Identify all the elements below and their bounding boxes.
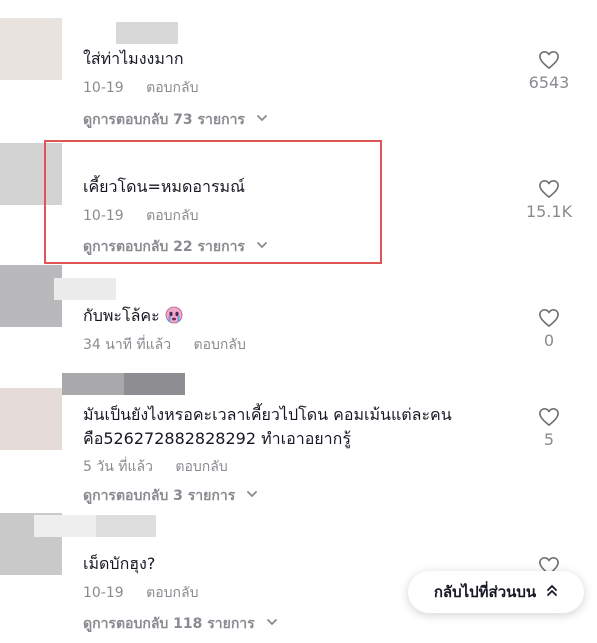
- double-chevron-up-icon: [546, 583, 558, 601]
- comment-text: กับพะโล้คะ: [83, 304, 183, 331]
- like-count: 6543: [528, 73, 570, 92]
- view-replies-button[interactable]: ดูการตอบกลับ 3 รายการ: [83, 486, 258, 506]
- comment-date: 10-19: [83, 80, 124, 96]
- comment-text: เม็ดบักฮุง?: [83, 554, 156, 573]
- author-name[interactable]: [34, 515, 96, 537]
- comment-meta: 10-19 ตอบกลับ: [83, 78, 198, 98]
- author-name-extra: [96, 515, 156, 537]
- avatar[interactable]: [0, 265, 62, 327]
- avatar[interactable]: [0, 388, 62, 450]
- highlight-box: [44, 140, 382, 264]
- like-button[interactable]: 6543: [519, 50, 579, 94]
- back-to-top-button[interactable]: กลับไปที่ส่วนบน: [408, 571, 584, 613]
- reply-button[interactable]: ตอบกลับ: [146, 585, 198, 601]
- comment-date: 10-19: [83, 585, 124, 601]
- comment-date: 5 วัน ที่แล้ว: [83, 459, 153, 475]
- avatar[interactable]: [0, 18, 62, 80]
- heart-icon: [519, 179, 579, 199]
- heart-icon: [519, 308, 579, 328]
- crying-face-icon: [165, 306, 183, 331]
- like-button[interactable]: 15.1K: [519, 179, 579, 223]
- like-count: 5: [543, 430, 555, 449]
- like-button[interactable]: 5: [519, 407, 579, 451]
- author-name[interactable]: [54, 278, 116, 300]
- reply-button[interactable]: ตอบกลับ: [194, 337, 246, 353]
- heart-icon: [519, 407, 579, 427]
- view-replies-button[interactable]: ดูการตอบกลับ 73 รายการ: [83, 110, 268, 130]
- chevron-down-icon: [256, 110, 268, 130]
- view-replies-button[interactable]: ดูการตอบกลับ 118 รายการ: [83, 614, 278, 634]
- author-name-extra: [124, 373, 185, 395]
- comment-meta: 34 นาที ที่แล้ว ตอบกลับ: [83, 335, 246, 355]
- author-name[interactable]: [116, 22, 178, 44]
- reply-button[interactable]: ตอบกลับ: [146, 80, 198, 96]
- comment-meta: 5 วัน ที่แล้ว ตอบกลับ: [83, 457, 228, 477]
- like-button[interactable]: 0: [519, 308, 579, 352]
- comment-date: 34 นาที ที่แล้ว: [83, 337, 172, 353]
- heart-icon: [519, 50, 579, 70]
- comment-text-line2: คือ526272882828292 ทำเอาอยากรู้: [83, 429, 351, 448]
- chevron-down-icon: [246, 486, 258, 506]
- like-count: 15.1K: [525, 202, 573, 221]
- reply-button[interactable]: ตอบกลับ: [175, 459, 227, 475]
- like-count: 0: [543, 331, 555, 350]
- author-name[interactable]: [62, 373, 124, 395]
- comment-text: ใส่ท่าไมงงมาก: [83, 49, 184, 68]
- chevron-down-icon: [266, 614, 278, 634]
- comment-meta: 10-19 ตอบกลับ: [83, 583, 198, 603]
- comment-text: มันเป็นยังไงหรอคะเวลาเคี้ยวไปโดน คอมเม้น…: [83, 405, 452, 424]
